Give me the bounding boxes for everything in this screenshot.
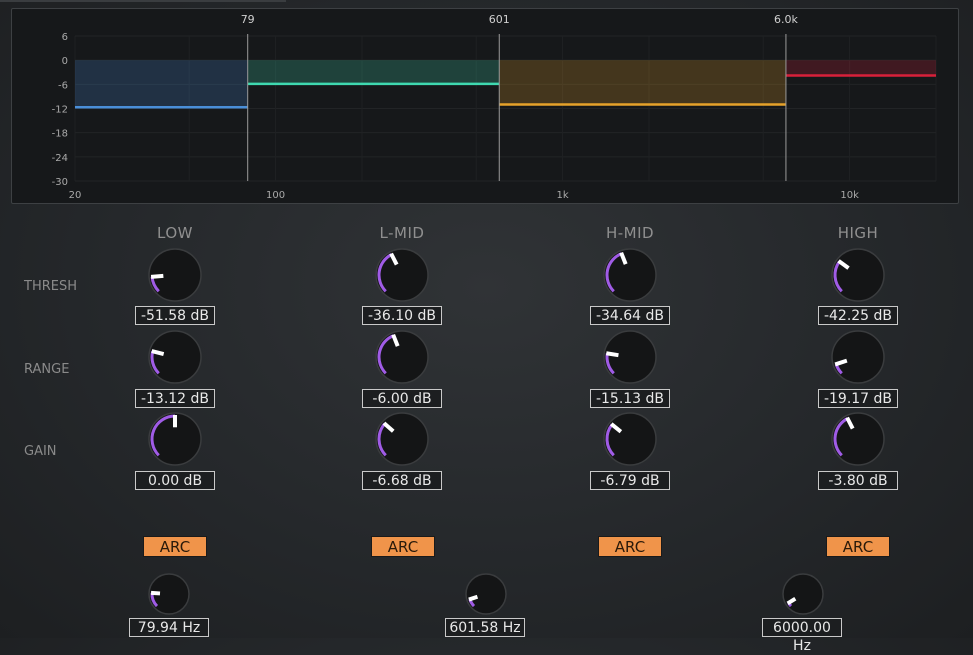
l-mid-gain-value[interactable]: -6.68 dB (362, 471, 442, 490)
row-label-thresh: THRESH (24, 279, 77, 294)
knob-body (375, 248, 429, 302)
x-tick-label: 10k (840, 190, 859, 201)
band-title-l-mid: L-MID (379, 224, 425, 242)
y-tick-label: 6 (62, 32, 68, 43)
low-arc-button[interactable]: ARC (143, 536, 207, 557)
crossover-graph[interactable]: 6 0 -6 -12 -18 -24 -30 20 100 1k 10k 79 601 6.0k (11, 8, 959, 204)
frequency-response-plot: 6 0 -6 -12 -18 -24 -3020 100 1k 10k 79 601 6.0k (52, 13, 937, 201)
low-gain-value[interactable]: 0.00 dB (135, 471, 215, 490)
high-gain-knob[interactable] (831, 412, 885, 466)
h-mid-gain-value[interactable]: -6.79 dB (590, 471, 670, 490)
crossover-1-value[interactable]: 79.94 Hz (129, 618, 209, 637)
y-tick-label: -6 (58, 80, 68, 91)
l-mid-arc-button[interactable]: ARC (371, 536, 435, 557)
l-mid-thresh-knob[interactable] (375, 248, 429, 302)
knob-body (603, 412, 657, 466)
x-tick-label: 1k (557, 190, 569, 201)
knob-body (375, 412, 429, 466)
crossover-2-value[interactable]: 601.58 Hz (445, 618, 525, 637)
h-mid-arc-button[interactable]: ARC (598, 536, 662, 557)
y-tick-label: 0 (62, 56, 68, 67)
band-title-h-mid: H-MID (605, 224, 655, 242)
knob-body (148, 330, 202, 384)
x-tick-label: 100 (266, 190, 285, 201)
knob-pointer (150, 590, 161, 596)
knob-body (831, 248, 885, 302)
knob-body (831, 412, 885, 466)
band-fill (247, 60, 500, 84)
band-fill (75, 60, 248, 108)
knob-body (603, 330, 657, 384)
y-tick-label: -24 (52, 153, 68, 164)
band-title-low: LOW (157, 224, 193, 242)
high-range-value[interactable]: -19.17 dB (818, 389, 898, 408)
knob-pointer (605, 351, 619, 358)
low-thresh-value[interactable]: -51.58 dB (135, 306, 215, 325)
low-gain-knob[interactable] (148, 412, 202, 466)
knob-body (465, 573, 507, 615)
high-thresh-value[interactable]: -42.25 dB (818, 306, 898, 325)
top-edge-line (0, 0, 286, 2)
low-range-knob[interactable] (148, 330, 202, 384)
high-thresh-knob[interactable] (831, 248, 885, 302)
high-gain-value[interactable]: -3.80 dB (818, 471, 898, 490)
low-thresh-knob[interactable] (148, 248, 202, 302)
h-mid-thresh-knob[interactable] (603, 248, 657, 302)
y-tick-label: -12 (52, 105, 68, 116)
h-mid-thresh-value[interactable]: -34.64 dB (590, 306, 670, 325)
band-fill (785, 60, 936, 76)
x-tick-label: 20 (69, 190, 82, 201)
h-mid-gain-knob[interactable] (603, 412, 657, 466)
knob-pointer (150, 273, 164, 279)
l-mid-gain-knob[interactable] (375, 412, 429, 466)
knob-body (831, 330, 885, 384)
low-range-value[interactable]: -13.12 dB (135, 389, 215, 408)
knob-body (375, 330, 429, 384)
band-fill (499, 60, 786, 105)
crossover-label: 6.0k (774, 13, 798, 26)
crossover-label: 79 (241, 13, 255, 26)
high-range-knob[interactable] (831, 330, 885, 384)
knob-body (603, 248, 657, 302)
crossover-3-value[interactable]: 6000.00 Hz (762, 618, 842, 654)
crossover-2-knob[interactable] (465, 573, 507, 615)
row-label-range: RANGE (24, 362, 70, 377)
crossover-label: 601 (489, 13, 510, 26)
y-tick-label: -30 (52, 177, 68, 188)
crossover-3-knob[interactable] (782, 573, 824, 615)
high-arc-button[interactable]: ARC (826, 536, 890, 557)
band-title-high: HIGH (837, 224, 879, 242)
knob-pointer (468, 594, 479, 602)
h-mid-range-value[interactable]: -15.13 dB (590, 389, 670, 408)
row-label-gain: GAIN (24, 444, 57, 459)
l-mid-range-knob[interactable] (375, 330, 429, 384)
crossover-1-knob[interactable] (148, 573, 190, 615)
l-mid-range-value[interactable]: -6.00 dB (362, 389, 442, 408)
y-tick-label: -18 (52, 129, 68, 140)
knob-body (782, 573, 824, 615)
h-mid-range-knob[interactable] (603, 330, 657, 384)
l-mid-thresh-value[interactable]: -36.10 dB (362, 306, 442, 325)
